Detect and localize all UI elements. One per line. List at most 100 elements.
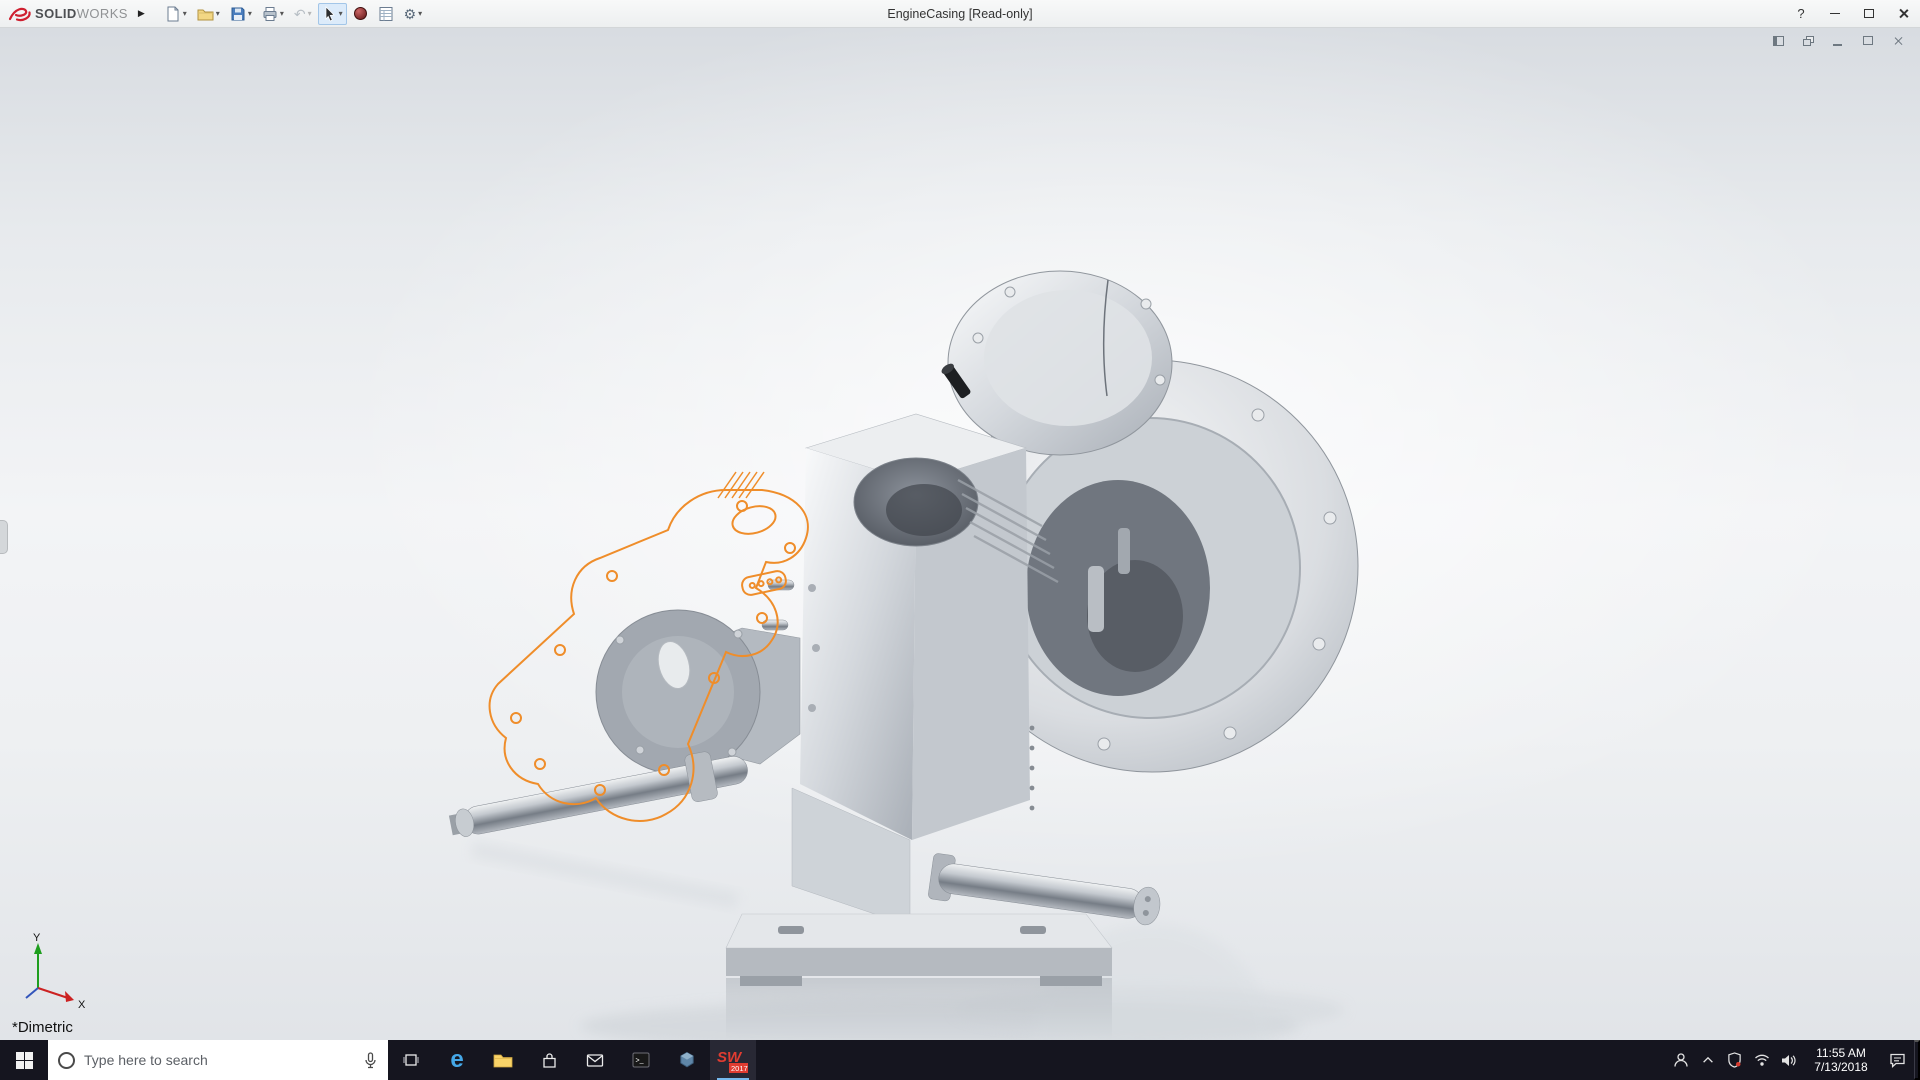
close-icon bbox=[1898, 8, 1909, 19]
left-shaft[interactable] bbox=[446, 744, 752, 849]
dock-pane-button[interactable] bbox=[1773, 34, 1788, 47]
maximize-button[interactable] bbox=[1852, 0, 1886, 27]
edrawings-button[interactable] bbox=[664, 1040, 710, 1080]
restore-icon bbox=[1803, 39, 1811, 46]
maximize-icon bbox=[1864, 9, 1874, 18]
help-button[interactable]: ? bbox=[1784, 0, 1818, 27]
taskbar: e bbox=[0, 1040, 1920, 1080]
y-axis-arrow bbox=[34, 943, 42, 954]
x-axis-arrow bbox=[65, 991, 74, 1002]
file-properties-icon bbox=[378, 6, 394, 22]
defender-button[interactable] bbox=[1721, 1040, 1748, 1080]
doc-close-button[interactable] bbox=[1893, 34, 1908, 47]
view-orientation-label: *Dimetric bbox=[12, 1019, 73, 1036]
dropdown-arrow-icon[interactable]: ▾ bbox=[308, 10, 312, 18]
brand-works: WORKS bbox=[77, 6, 128, 21]
open-document-button[interactable]: ▾ bbox=[193, 3, 224, 25]
reference-triad: Y X bbox=[16, 932, 100, 1016]
solidworks-logo: SOLIDWORKS bbox=[0, 5, 132, 23]
new-document-icon bbox=[165, 6, 181, 22]
minimize-icon bbox=[1833, 44, 1842, 46]
graphics-area[interactable]: Y X *Dimetric bbox=[0, 28, 1920, 1040]
taskbar-search[interactable] bbox=[48, 1040, 388, 1080]
system-tray: 11:55 AM 7/13/2018 bbox=[1667, 1040, 1920, 1080]
save-icon bbox=[230, 6, 246, 22]
chevron-up-icon bbox=[1701, 1053, 1715, 1067]
taskbar-apps: e bbox=[388, 1040, 756, 1080]
print-button[interactable]: ▾ bbox=[258, 3, 288, 25]
dropdown-arrow-icon[interactable]: ▾ bbox=[216, 10, 220, 18]
hidden-icons-button[interactable] bbox=[1694, 1040, 1721, 1080]
close-icon bbox=[1893, 36, 1903, 46]
brand-text: SOLIDWORKS bbox=[35, 6, 128, 21]
file-explorer-button[interactable] bbox=[480, 1040, 526, 1080]
solidworks-app-button[interactable]: SW 2017 bbox=[710, 1040, 756, 1080]
doc-minimize-button[interactable] bbox=[1833, 34, 1848, 47]
microphone-icon[interactable] bbox=[363, 1052, 378, 1069]
display-state-button[interactable] bbox=[349, 3, 372, 24]
start-button[interactable] bbox=[0, 1040, 48, 1080]
task-view-icon bbox=[402, 1051, 420, 1069]
options-button[interactable]: ⚙ ▾ bbox=[400, 3, 427, 25]
gear-icon: ⚙ bbox=[404, 6, 417, 22]
dropdown-arrow-icon[interactable]: ▾ bbox=[418, 10, 422, 18]
brand-solid: SOLID bbox=[35, 6, 77, 21]
store-button[interactable] bbox=[526, 1040, 572, 1080]
doc-maximize-button[interactable] bbox=[1863, 34, 1878, 47]
save-button[interactable]: ▾ bbox=[226, 3, 256, 25]
window-controls: ? bbox=[1784, 0, 1920, 27]
mail-button[interactable] bbox=[572, 1040, 618, 1080]
sw-year: 2017 bbox=[731, 1064, 748, 1073]
titlebar: SOLIDWORKS ▶ ▾ ▾ ▾ bbox=[0, 0, 1920, 28]
select-cursor-icon bbox=[322, 6, 337, 22]
edge-button[interactable]: e bbox=[434, 1040, 480, 1080]
volume-button[interactable] bbox=[1775, 1040, 1802, 1080]
maximize-icon bbox=[1863, 36, 1873, 45]
document-window-controls bbox=[1773, 34, 1908, 47]
y-axis-label: Y bbox=[33, 932, 41, 944]
minimize-button[interactable] bbox=[1818, 0, 1852, 27]
edge-icon: e bbox=[450, 1048, 463, 1072]
solidworks-window: SOLIDWORKS ▶ ▾ ▾ ▾ bbox=[0, 0, 1920, 1080]
document-title: EngineCasing [Read-only] bbox=[887, 0, 1032, 28]
featuremanager-collapsed-handle[interactable] bbox=[0, 520, 8, 554]
taskbar-clock[interactable]: 11:55 AM 7/13/2018 bbox=[1802, 1040, 1880, 1080]
people-icon bbox=[1673, 1052, 1689, 1068]
mail-icon bbox=[586, 1053, 604, 1068]
menu-flyout-arrow[interactable]: ▶ bbox=[132, 0, 151, 27]
command-prompt-button[interactable]: >_ bbox=[618, 1040, 664, 1080]
hole-pattern bbox=[1030, 726, 1035, 811]
solidworks-app-icon: SW 2017 bbox=[717, 1046, 749, 1074]
network-button[interactable] bbox=[1748, 1040, 1775, 1080]
task-view-button[interactable] bbox=[388, 1040, 434, 1080]
doc-restore-button[interactable] bbox=[1803, 34, 1818, 47]
command-prompt-icon: >_ bbox=[632, 1052, 650, 1068]
edrawings-icon bbox=[678, 1051, 696, 1069]
clock-time: 11:55 AM bbox=[1816, 1046, 1866, 1060]
x-axis-label: X bbox=[78, 999, 86, 1011]
show-desktop-button[interactable] bbox=[1914, 1040, 1920, 1080]
new-document-button[interactable]: ▾ bbox=[161, 3, 191, 25]
open-document-icon bbox=[197, 6, 214, 22]
dock-pane-icon bbox=[1773, 36, 1784, 46]
engine-casing-model[interactable] bbox=[0, 28, 1920, 1040]
undo-button[interactable]: ↶ ▾ bbox=[290, 3, 316, 25]
dropdown-arrow-icon[interactable]: ▾ bbox=[248, 10, 252, 18]
search-input[interactable] bbox=[84, 1052, 354, 1068]
dropdown-arrow-icon[interactable]: ▾ bbox=[183, 10, 187, 18]
file-properties-button[interactable] bbox=[374, 3, 398, 25]
dropdown-arrow-icon[interactable]: ▾ bbox=[280, 10, 284, 18]
action-center-button[interactable] bbox=[1880, 1040, 1914, 1080]
dropdown-arrow-icon[interactable]: ▾ bbox=[339, 10, 343, 18]
svg-text:>_: >_ bbox=[636, 1058, 644, 1065]
wifi-icon bbox=[1754, 1053, 1770, 1067]
close-button[interactable] bbox=[1886, 0, 1920, 27]
shield-icon bbox=[1727, 1052, 1742, 1068]
cortana-icon bbox=[58, 1052, 75, 1069]
people-button[interactable] bbox=[1667, 1040, 1694, 1080]
windows-logo-icon bbox=[16, 1052, 33, 1069]
select-button[interactable]: ▾ bbox=[318, 3, 347, 25]
speaker-icon bbox=[1781, 1053, 1797, 1068]
print-icon bbox=[262, 6, 278, 22]
clock-date: 7/13/2018 bbox=[1814, 1060, 1867, 1074]
